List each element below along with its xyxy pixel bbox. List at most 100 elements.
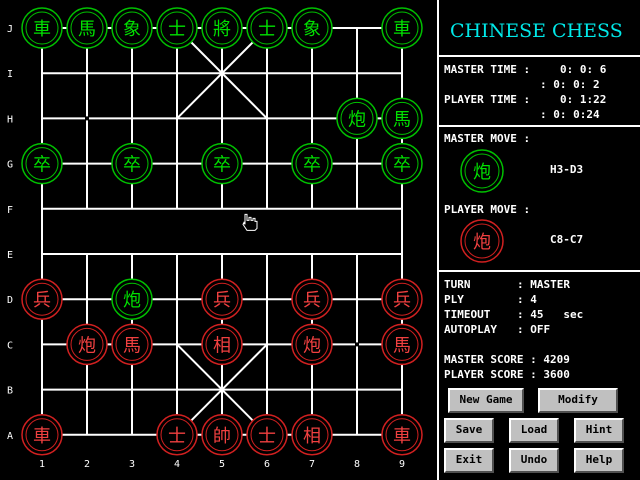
rank-label: E xyxy=(7,250,13,261)
piece-green: 象 xyxy=(291,7,333,49)
rank-label: I xyxy=(7,69,13,80)
piece-red: 兵 xyxy=(381,278,423,320)
piece-green: 將 xyxy=(201,7,243,49)
piece-char: 士 xyxy=(168,19,186,40)
file-label: 2 xyxy=(84,459,90,470)
master-score: MASTER SCORE : 4209 xyxy=(444,353,570,366)
piece-red: 兵 xyxy=(201,278,243,320)
piece-red: 車 xyxy=(21,414,63,456)
ply-label: PLY xyxy=(444,293,464,306)
master-move-label: MASTER MOVE : xyxy=(444,132,531,145)
piece-char: 炮 xyxy=(348,109,366,130)
xiangqi-board[interactable]: ABCDEFGHIJ1 2 3 4 5 6 7 8 9車馬象士將士象車炮 馬卒卒卒卒卒炮兵兵兵兵炮… xyxy=(0,0,436,480)
piece-char: 士 xyxy=(168,426,186,447)
divider xyxy=(437,125,640,127)
piece-red: 士 xyxy=(246,414,288,456)
piece-red: 炮 xyxy=(291,323,333,366)
piece-char: 馬 xyxy=(123,335,141,356)
piece-char: 車 xyxy=(393,426,411,447)
file-label: 9 xyxy=(399,459,405,470)
file-label: 4 xyxy=(174,459,180,470)
piece-char: 相 xyxy=(213,335,231,356)
piece-green: 車 xyxy=(381,7,423,49)
help-button[interactable]: Help xyxy=(574,448,624,473)
piece-char: 士 xyxy=(258,426,276,447)
player-score: PLAYER SCORE : 3600 xyxy=(444,368,570,381)
piece-green: 卒 xyxy=(381,142,423,185)
board-area[interactable]: ABCDEFGHIJ123456789車馬象士將士象車炮馬卒卒卒卒卒炮兵兵兵兵炮… xyxy=(0,0,436,480)
turn-value: : MASTER xyxy=(517,278,570,291)
piece-green: 炮 xyxy=(336,97,378,140)
piece-green: 象 xyxy=(111,7,153,49)
piece-char: 卒 xyxy=(393,155,411,176)
piece-char: 車 xyxy=(393,19,411,40)
file-label: 6 xyxy=(264,459,270,470)
piece-red: 相 xyxy=(201,323,243,366)
piece-green: 卒 xyxy=(201,142,243,185)
modify-button[interactable]: Modify xyxy=(538,388,618,413)
piece-green: 卒 xyxy=(111,142,153,185)
piece-char: 卒 xyxy=(123,155,141,176)
piece-red: 馬 xyxy=(381,323,423,366)
rank-label: F xyxy=(7,205,13,216)
piece-red: 士 xyxy=(156,414,198,456)
piece-char: 兵 xyxy=(213,290,231,311)
piece-green: 車 xyxy=(21,7,63,49)
exit-button[interactable]: Exit xyxy=(444,448,494,473)
file-label: 1 xyxy=(39,459,45,470)
file-label: 5 xyxy=(219,459,225,470)
player-time-total: 0: 1:22 xyxy=(560,93,607,106)
piece-char: 相 xyxy=(303,426,321,447)
piece-char: 卒 xyxy=(303,155,321,176)
piece-char: 帥 xyxy=(213,426,231,447)
piece-char: 兵 xyxy=(33,290,51,311)
piece-green: 馬 xyxy=(381,97,423,140)
piece-green: 馬 xyxy=(66,7,108,49)
piece-green: 士 xyxy=(156,7,198,49)
player-move-piece-char: 炮 xyxy=(473,232,491,253)
rank-label: D xyxy=(7,295,13,306)
rank-label: G xyxy=(7,160,13,171)
new-game-button[interactable]: New Game xyxy=(448,388,524,413)
piece-char: 馬 xyxy=(78,19,96,40)
piece-green: 炮 xyxy=(111,278,153,320)
piece-char: 士 xyxy=(258,19,276,40)
piece-char: 馬 xyxy=(393,109,411,130)
player-move-piece-icon: 炮 xyxy=(460,219,504,263)
player-move-value: C8-C7 xyxy=(550,233,584,246)
piece-red: 帥 xyxy=(201,414,243,456)
master-time-label: MASTER TIME : xyxy=(444,63,531,76)
file-label: 7 xyxy=(309,459,315,470)
piece-green: 卒 xyxy=(21,142,63,185)
piece-red: 兵 xyxy=(291,278,333,320)
rank-label: H xyxy=(7,114,13,125)
load-button[interactable]: Load xyxy=(509,418,559,443)
piece-green: 士 xyxy=(246,7,288,49)
hand-pointer-icon xyxy=(242,213,258,231)
hint-button[interactable]: Hint xyxy=(574,418,624,443)
autoplay-label: AUTOPLAY xyxy=(444,323,497,336)
turn-label: TURN xyxy=(444,278,471,291)
master-time-total: 0: 0: 6 xyxy=(560,63,607,76)
master-time-move: : 0: 0: 2 xyxy=(540,78,600,91)
master-move-piece-char: 炮 xyxy=(473,162,491,183)
rank-label: B xyxy=(7,386,13,397)
piece-red: 車 xyxy=(381,414,423,456)
timeout-value: : 45 sec xyxy=(517,308,584,321)
piece-char: 馬 xyxy=(393,335,411,356)
piece-green: 卒 xyxy=(291,142,333,185)
rank-label: A xyxy=(7,431,13,442)
piece-red: 相 xyxy=(291,414,333,456)
piece-char: 象 xyxy=(303,19,321,40)
player-time-move: : 0: 0:24 xyxy=(540,108,600,121)
save-button[interactable]: Save xyxy=(444,418,494,443)
piece-red: 炮 xyxy=(66,323,108,366)
piece-char: 炮 xyxy=(78,335,96,356)
piece-red: 馬 xyxy=(111,323,153,366)
crosshair-icon xyxy=(348,335,366,354)
piece-char: 炮 xyxy=(303,335,321,356)
ply-value: : 4 xyxy=(517,293,537,306)
undo-button[interactable]: Undo xyxy=(509,448,559,473)
master-move-value: H3-D3 xyxy=(550,163,584,176)
piece-char: 卒 xyxy=(213,155,231,176)
